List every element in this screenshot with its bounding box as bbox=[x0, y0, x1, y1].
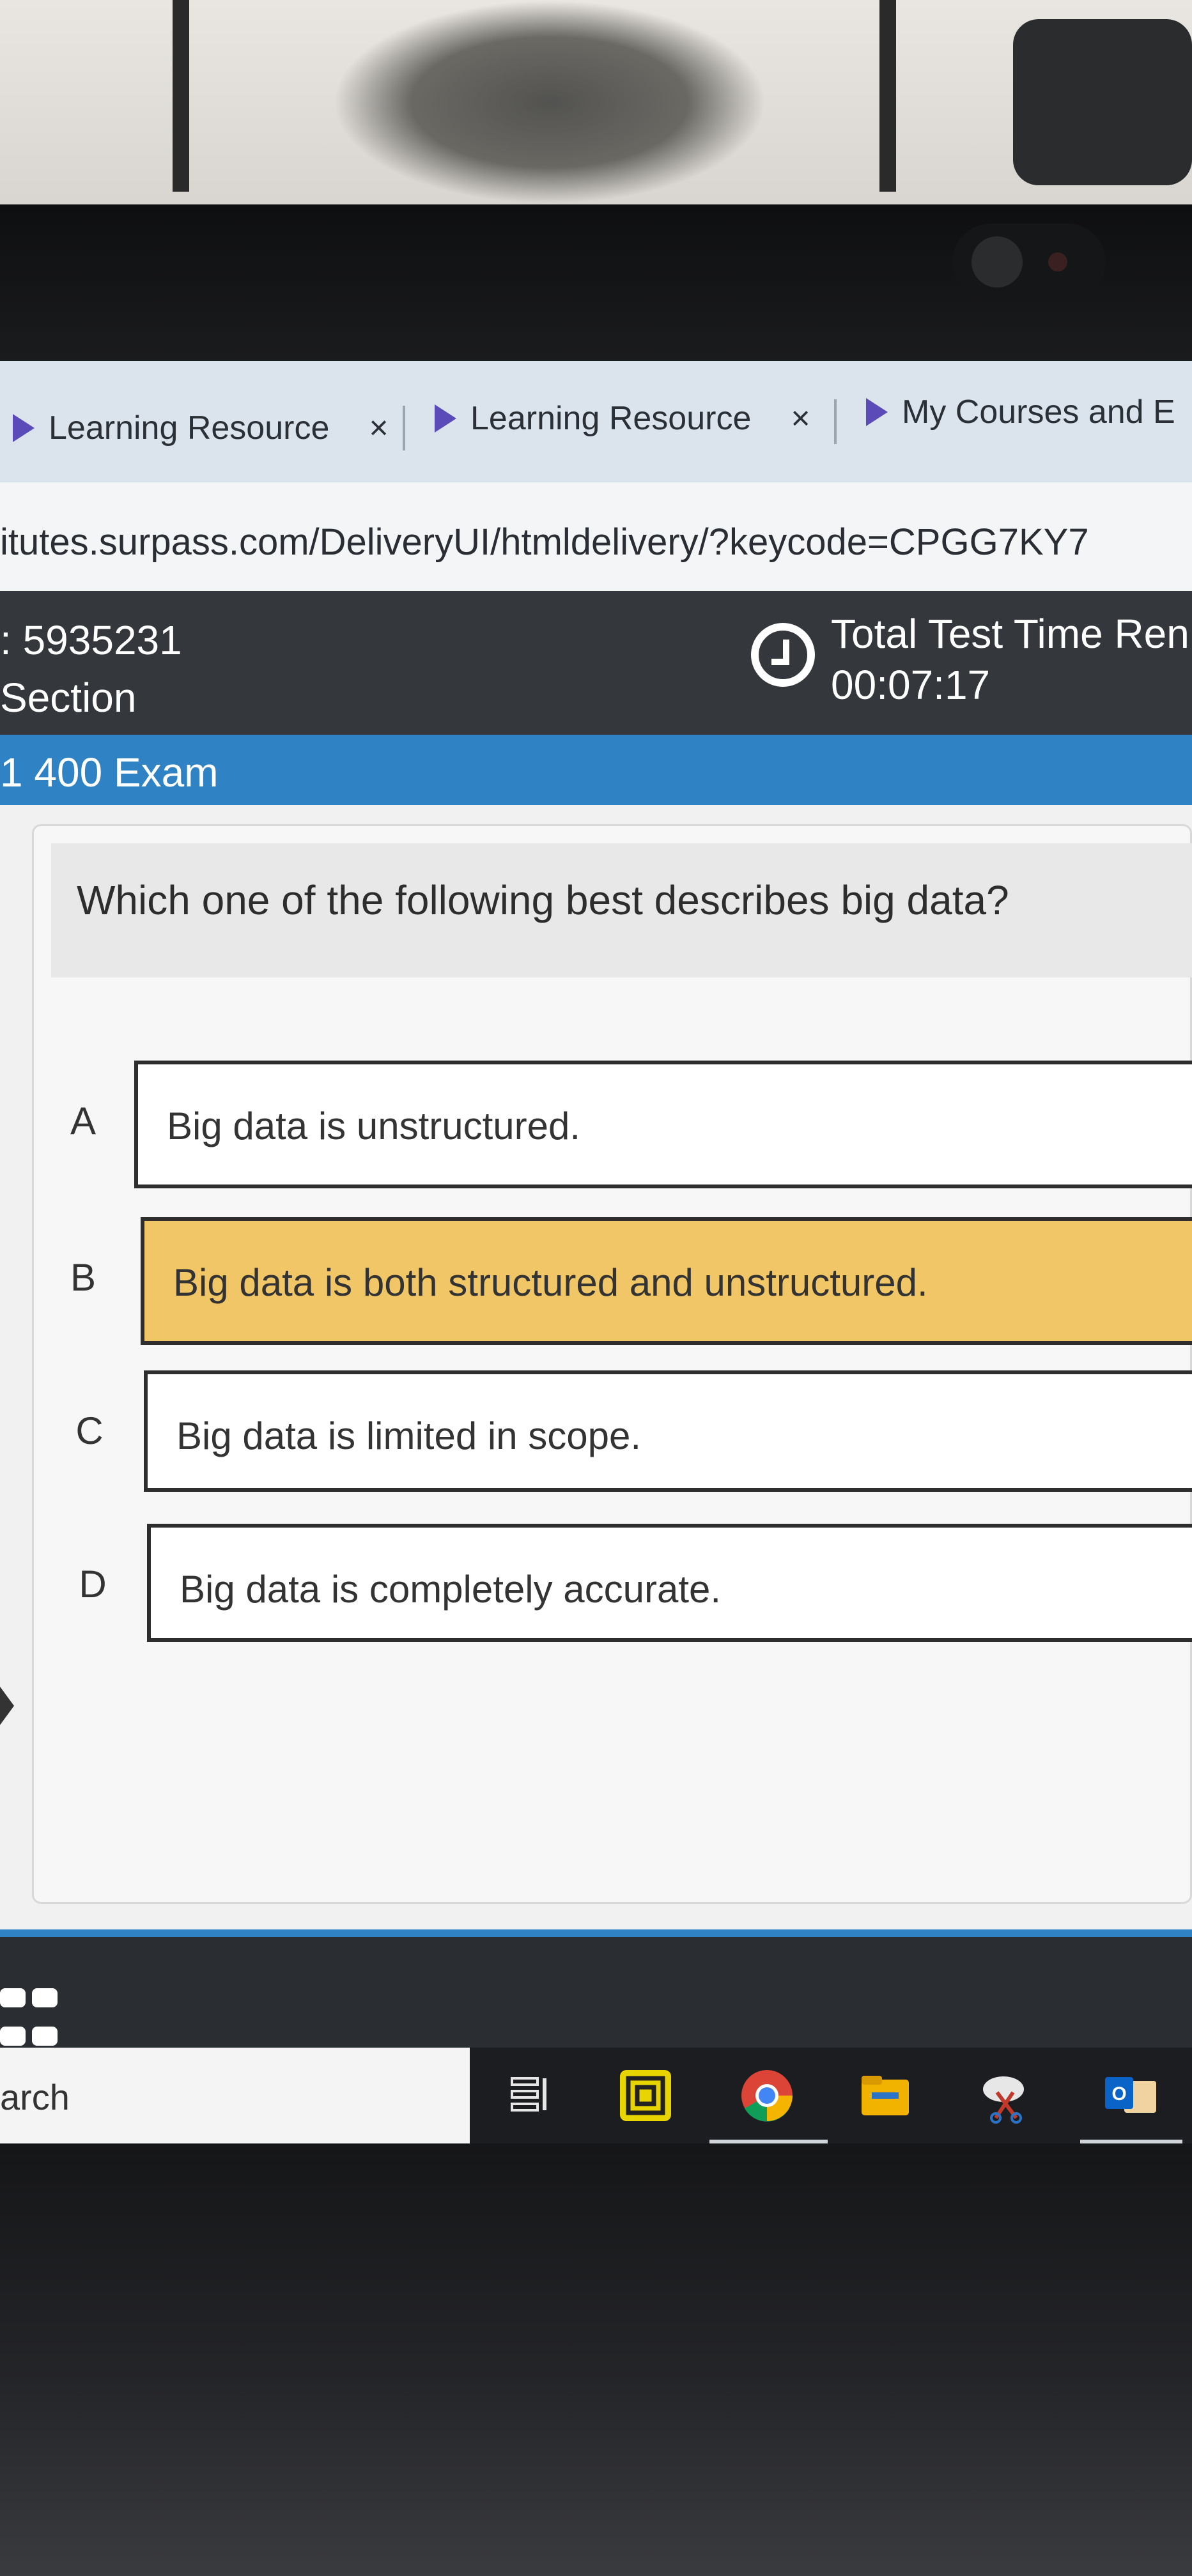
tab-label: Learning Resource bbox=[470, 400, 752, 437]
section-label: Section bbox=[0, 675, 137, 721]
webcam bbox=[952, 224, 1106, 300]
background-object bbox=[1013, 19, 1192, 185]
browser-tab-3[interactable]: My Courses and E bbox=[866, 380, 1175, 444]
option-letter: B bbox=[70, 1256, 97, 1299]
question-text: Which one of the following best describe… bbox=[77, 877, 1009, 923]
clock-icon bbox=[751, 623, 815, 687]
close-icon[interactable]: × bbox=[369, 409, 388, 447]
answer-option-c[interactable]: C Big data is limited in scope. bbox=[0, 1370, 1192, 1505]
gallery-app-icon[interactable] bbox=[614, 2064, 677, 2128]
tab-label: Learning Resource bbox=[49, 410, 330, 447]
tab-separator bbox=[403, 406, 405, 450]
laptop-keyboard-deck bbox=[0, 2143, 1192, 2576]
option-box[interactable]: Big data is completely accurate. bbox=[147, 1524, 1192, 1642]
option-letter: C bbox=[75, 1409, 104, 1452]
laptop-screen: Learning Resource × Learning Resource × … bbox=[0, 361, 1192, 2143]
option-text: Big data is limited in scope. bbox=[176, 1414, 642, 1457]
timer-label: Total Test Time Ren bbox=[831, 611, 1189, 657]
exam-footer-line bbox=[0, 1929, 1192, 1937]
question-panel bbox=[32, 824, 1192, 1904]
search-text: arch bbox=[0, 2077, 70, 2117]
timer-value: 00:07:17 bbox=[831, 662, 991, 708]
option-letter: A bbox=[70, 1100, 97, 1142]
webcam-lens bbox=[971, 236, 1023, 288]
question-area: Which one of the following best describe… bbox=[0, 805, 1192, 1929]
outlook-icon[interactable]: O bbox=[1099, 2064, 1163, 2128]
option-text: Big data is unstructured. bbox=[167, 1105, 581, 1147]
chrome-icon[interactable] bbox=[735, 2064, 799, 2128]
background-wall bbox=[0, 0, 1192, 211]
url-text[interactable]: itutes.surpass.com/DeliveryUI/htmldelive… bbox=[0, 521, 1089, 564]
play-logo-icon bbox=[866, 398, 888, 426]
browser-tab-1[interactable]: Learning Resource × bbox=[13, 396, 389, 460]
answer-option-d[interactable]: D Big data is completely accurate. bbox=[0, 1524, 1192, 1658]
tab-label: My Courses and E bbox=[902, 394, 1175, 431]
candidate-id: : 5935231 bbox=[0, 617, 182, 663]
exam-title: 1 400 Exam bbox=[0, 749, 219, 795]
taskbar-search-box[interactable]: arch bbox=[0, 2048, 470, 2143]
option-letter: D bbox=[79, 1563, 107, 1606]
exam-title-bar: 1 400 Exam bbox=[0, 735, 1192, 805]
snipping-tool-icon[interactable] bbox=[975, 2064, 1039, 2128]
option-text: Big data is both structured and unstruct… bbox=[173, 1261, 928, 1304]
previous-arrow-icon[interactable] bbox=[0, 1687, 14, 1725]
windows-taskbar: arch O bbox=[0, 2048, 1192, 2143]
option-text: Big data is completely accurate. bbox=[180, 1568, 722, 1611]
browser-tab-bar: Learning Resource × Learning Resource × … bbox=[0, 361, 1192, 482]
answer-option-a[interactable]: A Big data is unstructured. bbox=[0, 1061, 1192, 1195]
svg-text:O: O bbox=[1111, 2083, 1126, 2104]
file-explorer-icon[interactable] bbox=[853, 2064, 917, 2128]
answer-option-b[interactable]: B Big data is both structured and unstru… bbox=[0, 1217, 1192, 1351]
play-logo-icon bbox=[13, 414, 35, 442]
browser-tab-2[interactable]: Learning Resource × bbox=[435, 387, 810, 450]
task-view-icon[interactable] bbox=[499, 2064, 562, 2128]
option-box-selected[interactable]: Big data is both structured and unstruct… bbox=[141, 1217, 1192, 1345]
option-box[interactable]: Big data is unstructured. bbox=[134, 1061, 1192, 1188]
background-plant bbox=[332, 0, 767, 204]
exam-header: : 5935231 Section Total Test Time Ren 00… bbox=[0, 591, 1192, 735]
close-icon[interactable]: × bbox=[791, 399, 810, 438]
tab-separator bbox=[834, 399, 837, 444]
question-stem: Which one of the following best describe… bbox=[51, 843, 1192, 977]
option-box[interactable]: Big data is limited in scope. bbox=[144, 1370, 1192, 1492]
address-bar[interactable]: itutes.surpass.com/DeliveryUI/htmldelive… bbox=[0, 482, 1192, 591]
play-logo-icon bbox=[435, 404, 456, 433]
webcam-led bbox=[1048, 252, 1067, 272]
